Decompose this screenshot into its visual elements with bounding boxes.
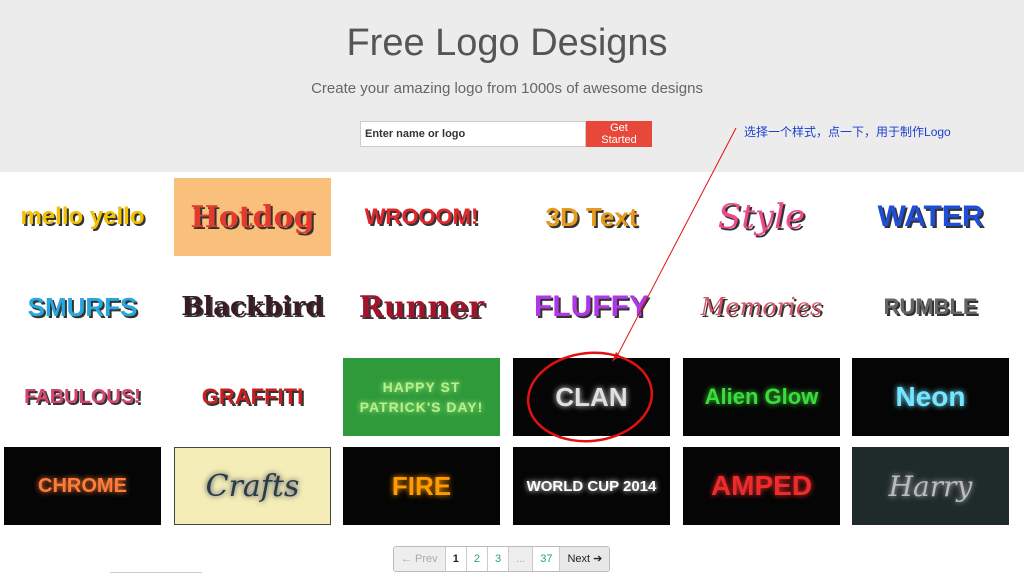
annotation-arrow-line bbox=[615, 127, 737, 359]
annotation-overlay bbox=[526, 127, 737, 443]
annotation-circle bbox=[526, 351, 654, 443]
